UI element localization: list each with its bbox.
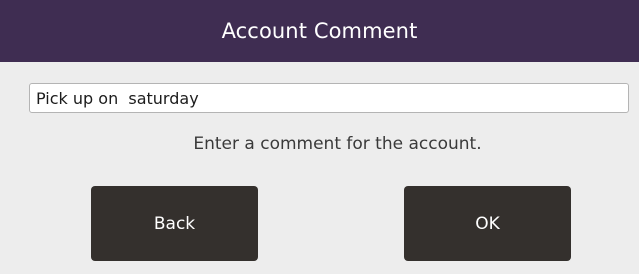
back-button[interactable]: Back [91, 186, 258, 261]
ok-button[interactable]: OK [404, 186, 571, 261]
account-comment-dialog: Account Comment Enter a comment for the … [0, 0, 639, 274]
dialog-title-bar: Account Comment [0, 0, 639, 62]
comment-input[interactable] [29, 83, 629, 113]
dialog-title: Account Comment [221, 19, 418, 43]
instruction-text: Enter a comment for the account. [193, 134, 482, 154]
